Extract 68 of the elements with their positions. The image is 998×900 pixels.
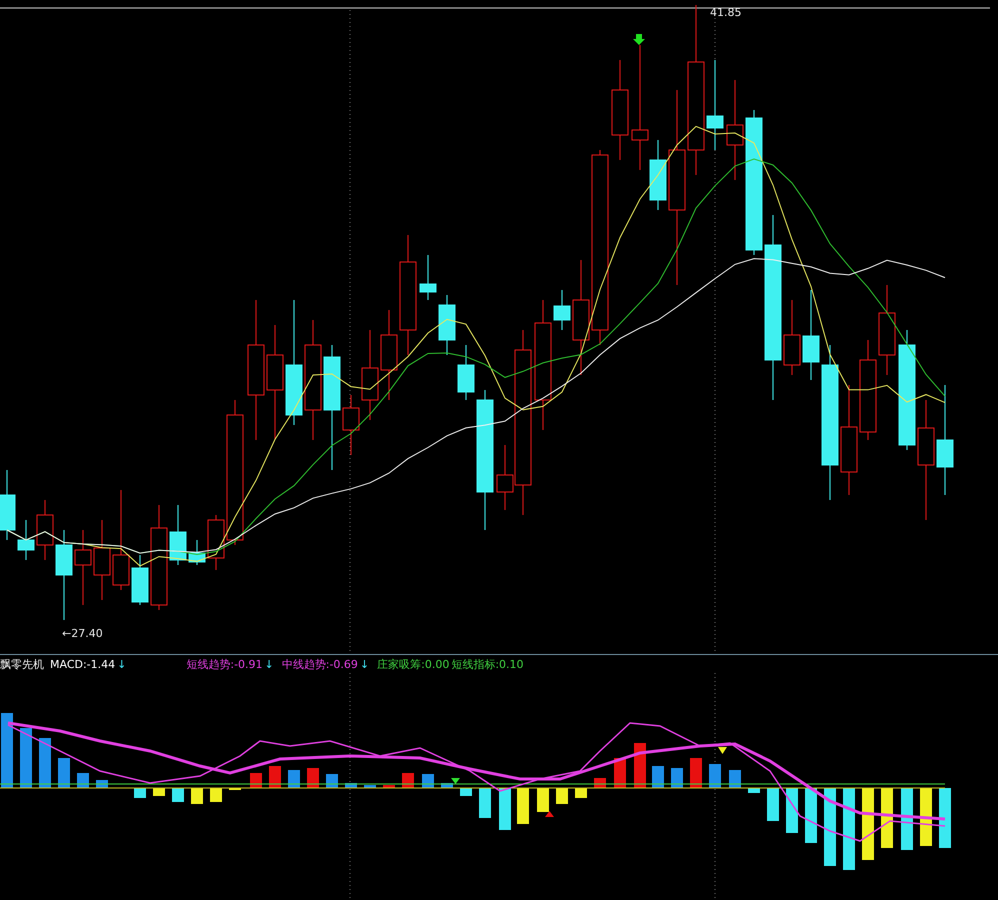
histogram-bar: [652, 766, 664, 788]
candlestick: [170, 504, 186, 566]
price-label: ←27.40: [62, 627, 103, 640]
histogram-bar: [269, 766, 281, 788]
candlestick: [438, 294, 456, 356]
histogram-bar: [345, 783, 357, 788]
histogram-bar: [881, 788, 893, 848]
candlestick: [18, 520, 34, 560]
histogram-bar: [594, 778, 606, 788]
histogram-bar: [77, 773, 89, 788]
histogram-bar: [479, 788, 491, 818]
histogram-bar: [20, 728, 32, 788]
histogram-bar: [901, 788, 913, 850]
histogram-bar: [786, 788, 798, 833]
histogram-bar: [250, 773, 262, 788]
histogram-bar: [920, 788, 932, 846]
candlestick: [342, 394, 360, 456]
histogram-bar: [134, 788, 146, 798]
histogram-bar: [517, 788, 529, 824]
histogram-bar: [191, 788, 203, 804]
indicator-arrow: ↓: [264, 658, 274, 670]
histogram-bar: [690, 758, 702, 788]
price-label: 41.85: [710, 6, 742, 19]
candlestick: [420, 254, 436, 300]
candlestick: [188, 540, 206, 566]
histogram-bar: [767, 788, 779, 821]
indicator-value: 中线趋势:-0.69: [282, 656, 358, 672]
histogram-bar: [58, 758, 70, 788]
down-arrow-icon: [633, 34, 645, 45]
histogram-bar: [748, 788, 760, 793]
indicator-arrow: ↓: [117, 658, 126, 670]
indicator-value: 庄家吸筹:0.00: [377, 656, 450, 672]
histogram-bar: [172, 788, 184, 802]
histogram-bar: [307, 768, 319, 788]
histogram-bar: [499, 788, 511, 830]
histogram-bar: [383, 785, 395, 788]
histogram-bar: [556, 788, 568, 804]
histogram-bar: [288, 770, 300, 788]
indicator-value: MACD:-1.44: [50, 658, 116, 670]
candlestick: [0, 470, 16, 540]
candlestick: [132, 554, 148, 606]
candlestick: [36, 500, 54, 560]
indicator-name: 飘零先机: [0, 656, 44, 672]
histogram-bar: [39, 738, 51, 788]
histogram-bar: [862, 788, 874, 860]
histogram-bar: [575, 788, 587, 798]
histogram-bar: [441, 783, 453, 788]
triangle-icon: [451, 778, 460, 784]
histogram-bar: [210, 788, 222, 802]
triangle-icon: [545, 811, 554, 817]
histogram-bar: [709, 764, 721, 788]
histogram-bar: [939, 788, 951, 848]
histogram-bar: [729, 770, 741, 788]
indicator-value: 短线趋势:-0.91: [186, 656, 263, 672]
histogram-bar: [402, 773, 414, 788]
indicator-arrow: ↓: [360, 658, 370, 670]
triangle-icon: [718, 747, 727, 754]
histogram-bar: [364, 785, 376, 788]
candlestick: [554, 290, 570, 330]
indicator-value: 短线指标:0.10: [451, 656, 524, 672]
histogram-bar: [805, 788, 817, 843]
candlestick: [208, 514, 224, 570]
histogram-bar: [671, 768, 683, 788]
histogram-bar: [422, 774, 434, 788]
histogram-bar: [634, 743, 646, 788]
histogram-bar: [537, 788, 549, 812]
histogram-bar: [326, 774, 338, 788]
candlestick: [458, 344, 474, 400]
